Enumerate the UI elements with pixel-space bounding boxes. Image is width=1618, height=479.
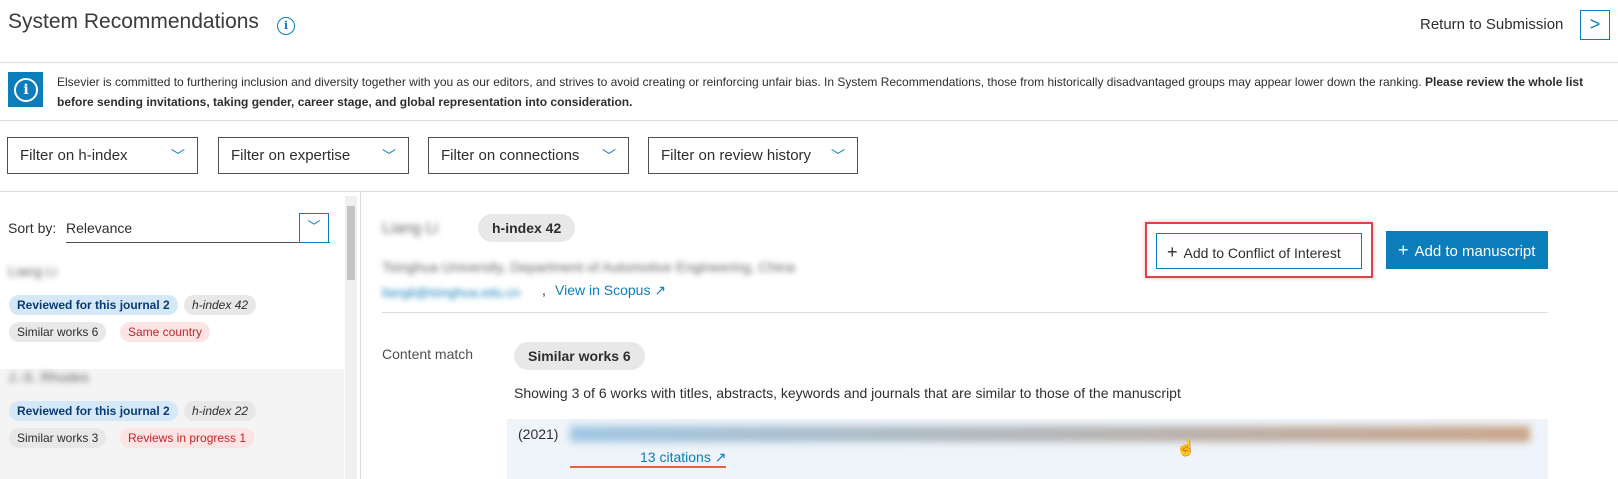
candidate-row-selected[interactable] (0, 369, 344, 479)
plus-icon: + (1398, 240, 1409, 260)
page-title: System Recommendations (8, 10, 259, 33)
email-link[interactable]: liangli@tsinghua.edu.cn (382, 285, 520, 300)
filter-h-index[interactable]: Filter on h-index ﹀ (7, 137, 198, 174)
work-title-link[interactable] (570, 426, 1530, 442)
badge-hindex: h-index 42 (184, 295, 257, 315)
filter-review-history[interactable]: Filter on review history ﹀ (648, 137, 858, 174)
citations-underline (570, 466, 726, 468)
badge-hindex: h-index 22 (184, 401, 257, 421)
chevron-down-icon: ﹀ (602, 148, 616, 164)
divider (382, 312, 1548, 313)
badge-reviews-in-progress: Reviews in progress 1 (120, 428, 255, 448)
notice-info-icon: i (8, 72, 43, 107)
add-to-conflict-of-interest-button[interactable]: + Add to Conflict of Interest (1156, 233, 1362, 269)
info-icon[interactable]: i (277, 17, 295, 35)
sort-select[interactable]: Relevance (66, 213, 330, 243)
view-in-scopus-link[interactable]: View in Scopus ↗ (555, 282, 666, 299)
filter-connections[interactable]: Filter on connections ﹀ (428, 137, 629, 174)
hand-cursor-icon: ☝ (1176, 440, 1196, 457)
hindex-badge: h-index 42 (478, 214, 576, 242)
chevron-down-icon: ﹀ (382, 148, 396, 164)
reviewer-name: Liang Li (382, 220, 439, 237)
similar-works-badge: Similar works 6 (514, 342, 645, 370)
return-to-submission-link[interactable]: Return to Submission (1420, 16, 1563, 33)
scroll-thumb[interactable] (347, 206, 355, 280)
content-match-label: Content match (382, 346, 474, 362)
badge-same-country: Same country (120, 322, 211, 342)
citations-link[interactable]: 13 citations ↗ (640, 449, 726, 466)
sort-label: Sort by: (8, 220, 57, 236)
showing-text: Showing 3 of 6 works with titles, abstra… (514, 385, 1181, 401)
affiliation: Tsinghua University, Department of Autom… (382, 259, 795, 275)
badge-reviewed: Reviewed for this journal 2 (9, 295, 178, 315)
add-to-manuscript-button[interactable]: + Add to manuscript (1386, 231, 1548, 269)
chevron-down-icon: ﹀ (831, 148, 845, 164)
chevron-down-icon: ﹀ (171, 148, 185, 164)
badge-reviewed: Reviewed for this journal 2 (9, 401, 178, 421)
candidate-name[interactable]: Liang Li (8, 263, 57, 279)
chevron-right-icon[interactable]: > (1580, 10, 1610, 40)
filter-expertise[interactable]: Filter on expertise ﹀ (218, 137, 409, 174)
badge-similar-works: Similar works 3 (9, 428, 107, 448)
separator: , (542, 282, 546, 298)
plus-icon: + (1167, 242, 1178, 262)
chevron-down-icon[interactable]: ﹀ (299, 213, 329, 243)
notice-text: Elsevier is committed to furthering incl… (57, 75, 1584, 109)
candidate-name[interactable]: J.-S. Rhodes (8, 369, 89, 385)
badge-similar-works: Similar works 6 (9, 322, 107, 342)
work-year: (2021) (518, 426, 559, 442)
page-header: System Recommendations i Return to Submi… (0, 0, 1618, 63)
